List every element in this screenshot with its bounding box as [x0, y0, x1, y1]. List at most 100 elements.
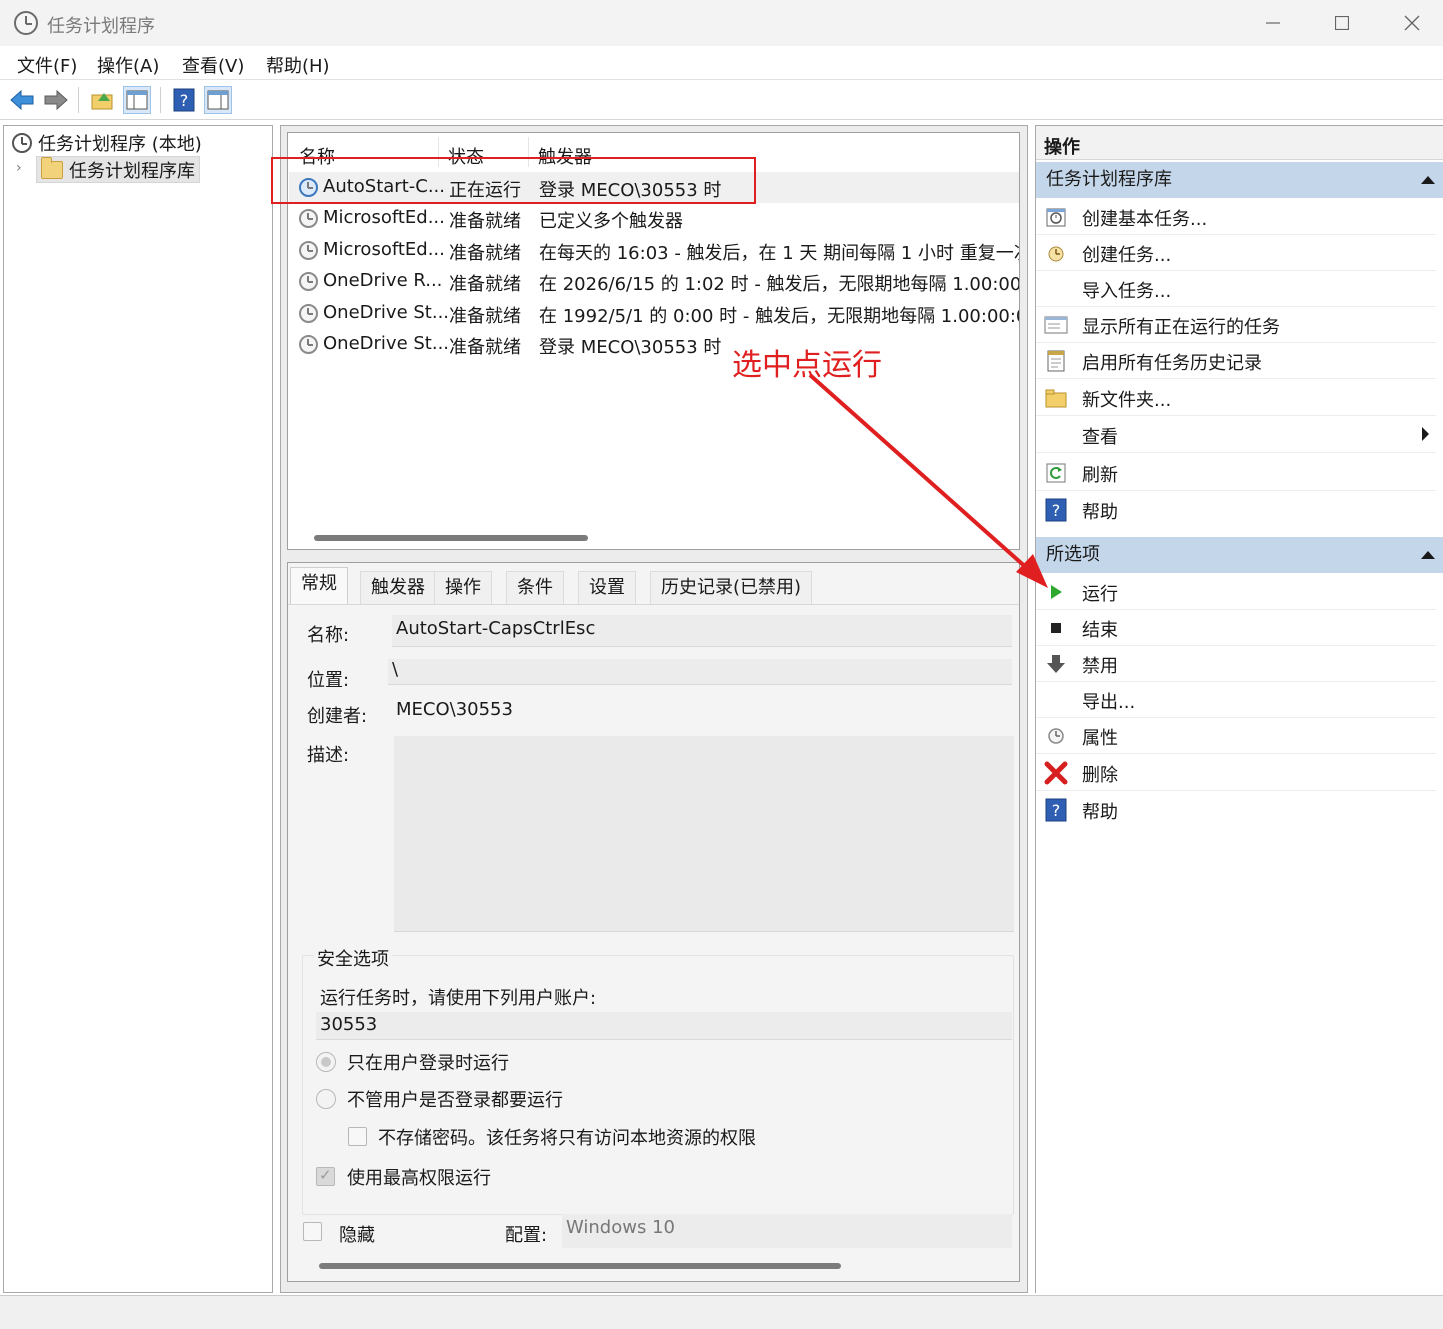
action-label: 禁用	[1082, 656, 1118, 677]
status-bar	[0, 1295, 1443, 1329]
task-status: 准备就绪	[449, 337, 521, 358]
task-status: 准备就绪	[449, 306, 521, 327]
action-label: 查看	[1082, 427, 1118, 448]
table-row[interactable]: OneDrive St... 准备就绪 登录 MECO\30553 时	[289, 329, 1019, 360]
svg-text:?: ?	[1052, 801, 1061, 820]
tab-settings[interactable]: 设置	[578, 571, 636, 605]
security-user-field: 30553	[316, 1012, 1012, 1040]
task-trigger: 登录 MECO\30553 时	[539, 337, 722, 358]
action-help-library[interactable]: ? 帮助	[1036, 492, 1436, 528]
config-select[interactable]: Windows 10	[562, 1214, 1012, 1248]
name-field[interactable]: AutoStart-CapsCtrlEsc	[392, 615, 1012, 647]
tab-general[interactable]: 常规	[290, 567, 348, 605]
action-export[interactable]: 导出...	[1036, 682, 1436, 718]
action-disable[interactable]: 禁用	[1036, 646, 1436, 682]
action-show-running-tasks[interactable]: 显示所有正在运行的任务	[1036, 307, 1436, 343]
minimize-button[interactable]	[1238, 0, 1308, 46]
tab-actions[interactable]: 操作	[434, 571, 492, 605]
table-row[interactable]: OneDrive R... 准备就绪 在 2026/6/15 的 1:02 时 …	[289, 266, 1019, 297]
menu-view[interactable]: 查看(V)	[182, 52, 244, 78]
action-create-task[interactable]: 创建任务...	[1036, 235, 1436, 271]
table-row[interactable]: MicrosoftEd... 准备就绪 在每天的 16:03 - 触发后，在 1…	[289, 235, 1020, 266]
task-scheduler-icon	[12, 133, 32, 153]
tab-conditions[interactable]: 条件	[506, 571, 564, 605]
actions-pane-title: 操作	[1044, 137, 1080, 158]
tree-library-label: 任务计划程序库	[69, 160, 195, 182]
task-icon	[299, 241, 318, 260]
task-icon	[299, 209, 318, 228]
maximize-button[interactable]	[1307, 0, 1377, 46]
section-library-header[interactable]: 任务计划程序库	[1036, 162, 1443, 198]
highlight-selected-row-box	[271, 157, 756, 204]
action-end[interactable]: 结束	[1036, 610, 1436, 646]
disable-icon	[1044, 652, 1068, 676]
task-icon	[299, 335, 318, 354]
help-icon[interactable]: ?	[170, 86, 198, 114]
name-label: 名称:	[307, 625, 350, 646]
checkbox-highest-privileges-label: 使用最高权限运行	[347, 1168, 491, 1189]
author-label: 创建者:	[307, 706, 368, 727]
action-properties[interactable]: 属性	[1036, 718, 1436, 754]
task-trigger: 在每天的 16:03 - 触发后，在 1 天 期间每隔 1 小时 重复一次。	[539, 243, 1020, 264]
checkbox-no-password[interactable]	[348, 1127, 367, 1146]
task-list-scrollbar[interactable]	[314, 535, 588, 541]
properties-icon	[1044, 724, 1068, 748]
show-hide-console-tree-icon[interactable]	[123, 86, 151, 114]
action-help-selected[interactable]: ? 帮助	[1036, 792, 1436, 828]
author-field: MECO\30553	[396, 699, 513, 720]
action-label: 帮助	[1082, 802, 1118, 823]
action-label: 创建任务...	[1082, 245, 1172, 266]
action-new-folder[interactable]: 新文件夹...	[1036, 380, 1436, 416]
details-scrollbar[interactable]	[319, 1263, 841, 1269]
description-field[interactable]	[394, 736, 1014, 932]
radio-only-logged-on[interactable]	[316, 1052, 336, 1072]
task-icon	[299, 304, 318, 323]
action-label: 创建基本任务...	[1082, 209, 1208, 230]
menu-file[interactable]: 文件(F)	[17, 52, 77, 78]
minimize-icon	[1266, 22, 1280, 24]
table-row[interactable]: MicrosoftEd... 准备就绪 已定义多个触发器	[289, 203, 1019, 234]
action-import-task[interactable]: 导入任务...	[1036, 271, 1436, 307]
task-status: 准备就绪	[449, 211, 521, 232]
menu-action[interactable]: 操作(A)	[97, 52, 159, 78]
tab-triggers[interactable]: 触发器	[360, 571, 436, 605]
tree-item-library[interactable]: 任务计划程序库	[36, 156, 200, 183]
chevron-right-icon[interactable]: ›	[16, 160, 22, 176]
section-selected-header[interactable]: 所选项	[1036, 537, 1443, 573]
tree-root[interactable]: 任务计划程序 (本地)	[12, 130, 202, 156]
forward-arrow-icon[interactable]	[42, 86, 70, 114]
task-name: OneDrive R...	[323, 270, 443, 291]
checkbox-hidden[interactable]	[303, 1222, 322, 1241]
close-button[interactable]	[1377, 0, 1443, 46]
description-label: 描述:	[307, 745, 350, 766]
create-task-icon	[1044, 241, 1068, 265]
action-label: 显示所有正在运行的任务	[1082, 317, 1280, 338]
radio-whether-logged-on[interactable]	[316, 1089, 336, 1109]
up-folder-icon[interactable]	[88, 86, 116, 114]
task-trigger: 在 1992/5/1 的 0:00 时 - 触发后，无限期地每隔 1.00:00…	[539, 306, 1019, 327]
security-options-title: 安全选项	[314, 945, 392, 971]
menu-help[interactable]: 帮助(H)	[266, 52, 330, 78]
action-create-basic-task[interactable]: 创建基本任务...	[1036, 199, 1436, 235]
action-refresh[interactable]: 刷新	[1036, 455, 1436, 491]
back-arrow-icon[interactable]	[8, 86, 36, 114]
submenu-arrow-icon	[1422, 427, 1429, 441]
help-icon: ?	[1044, 798, 1068, 822]
table-row[interactable]: OneDrive St... 准备就绪 在 1992/5/1 的 0:00 时 …	[289, 298, 1019, 329]
checkbox-highest-privileges[interactable]	[316, 1166, 335, 1186]
collapse-icon[interactable]	[1421, 176, 1435, 184]
radio-whether-logged-on-label: 不管用户是否登录都要运行	[347, 1090, 563, 1111]
library-folder-icon	[41, 156, 63, 179]
action-label: 导入任务...	[1082, 281, 1172, 302]
action-delete[interactable]: 删除	[1036, 755, 1436, 791]
tree-root-label: 任务计划程序 (本地)	[38, 134, 202, 155]
action-label: 运行	[1082, 584, 1118, 605]
action-view[interactable]: 查看	[1036, 417, 1436, 453]
radio-only-logged-on-label: 只在用户登录时运行	[347, 1053, 509, 1074]
action-enable-history[interactable]: 启用所有任务历史记录	[1036, 343, 1436, 379]
task-status: 准备就绪	[449, 243, 521, 264]
collapse-icon[interactable]	[1421, 551, 1435, 559]
show-hide-action-pane-icon[interactable]	[204, 86, 232, 114]
action-run[interactable]: 运行	[1036, 574, 1436, 610]
task-name: OneDrive St...	[323, 333, 450, 354]
